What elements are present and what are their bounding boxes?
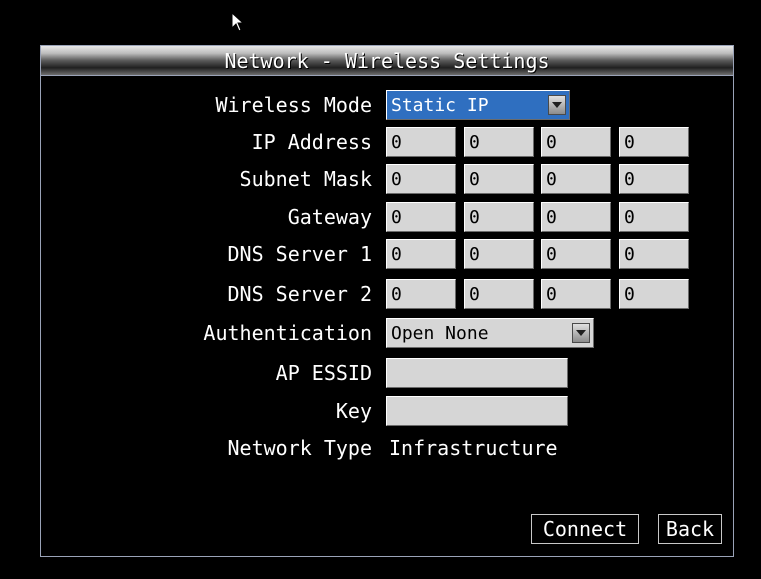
- row-key: Key: [41, 396, 733, 426]
- dialog-title-bar: Network - Wireless Settings: [41, 46, 733, 76]
- wireless-mode-dropdown[interactable]: Static IP: [386, 90, 570, 120]
- ip-address-octet-2[interactable]: 0: [464, 127, 534, 157]
- ap-essid-label: AP ESSID: [275, 361, 372, 385]
- row-gateway: Gateway 0 0 0 0: [41, 202, 733, 232]
- gateway-octet-2[interactable]: 0: [464, 202, 534, 232]
- gateway-octet-4[interactable]: 0: [619, 202, 689, 232]
- wireless-settings-dialog: Network - Wireless Settings Wireless Mod…: [40, 45, 734, 557]
- subnet-mask-octet-3[interactable]: 0: [541, 164, 611, 194]
- dns-server-2-label: DNS Server 2: [227, 282, 373, 306]
- dns-server-1-label: DNS Server 1: [227, 242, 373, 266]
- authentication-value: Open None: [391, 323, 489, 344]
- connect-button[interactable]: Connect: [531, 514, 639, 544]
- back-button[interactable]: Back: [658, 514, 722, 544]
- row-dns-server-1: DNS Server 1 0 0 0 0: [41, 239, 733, 269]
- network-type-value: Infrastructure: [389, 436, 558, 460]
- dns-server-2-octet-2[interactable]: 0: [464, 279, 534, 309]
- dns-server-1-octet-2[interactable]: 0: [464, 239, 534, 269]
- subnet-mask-octet-1[interactable]: 0: [386, 164, 456, 194]
- row-authentication: Authentication Open None: [41, 318, 733, 348]
- dns-server-1-octet-4[interactable]: 0: [619, 239, 689, 269]
- chevron-down-icon[interactable]: [572, 323, 590, 343]
- row-subnet-mask: Subnet Mask 0 0 0 0: [41, 164, 733, 194]
- network-type-label: Network Type: [227, 436, 373, 460]
- chevron-down-icon[interactable]: [548, 95, 566, 115]
- gateway-label: Gateway: [287, 205, 372, 229]
- dns-server-2-octet-3[interactable]: 0: [541, 279, 611, 309]
- row-ap-essid: AP ESSID: [41, 358, 733, 388]
- wireless-mode-label: Wireless Mode: [215, 93, 372, 117]
- dns-server-2-octet-1[interactable]: 0: [386, 279, 456, 309]
- key-input[interactable]: [386, 396, 568, 426]
- dns-server-2-octet-4[interactable]: 0: [619, 279, 689, 309]
- wireless-mode-value: Static IP: [391, 95, 489, 116]
- dns-server-1-octet-1[interactable]: 0: [386, 239, 456, 269]
- row-dns-server-2: DNS Server 2 0 0 0 0: [41, 279, 733, 309]
- ip-address-octet-1[interactable]: 0: [386, 127, 456, 157]
- ip-address-octet-3[interactable]: 0: [541, 127, 611, 157]
- authentication-dropdown[interactable]: Open None: [386, 318, 594, 348]
- ip-address-label: IP Address: [251, 130, 372, 154]
- subnet-mask-octet-4[interactable]: 0: [619, 164, 689, 194]
- row-ip-address: IP Address 0 0 0 0: [41, 127, 733, 157]
- authentication-label: Authentication: [203, 321, 372, 345]
- mouse-pointer-icon: [231, 12, 245, 32]
- dns-server-1-octet-3[interactable]: 0: [541, 239, 611, 269]
- gateway-octet-3[interactable]: 0: [541, 202, 611, 232]
- row-wireless-mode: Wireless Mode Static IP: [41, 90, 733, 120]
- subnet-mask-label: Subnet Mask: [239, 167, 372, 191]
- subnet-mask-octet-2[interactable]: 0: [464, 164, 534, 194]
- gateway-octet-1[interactable]: 0: [386, 202, 456, 232]
- ap-essid-input[interactable]: [386, 358, 568, 388]
- ip-address-octet-4[interactable]: 0: [619, 127, 689, 157]
- row-network-type: Network Type Infrastructure: [41, 433, 733, 463]
- dialog-title: Network - Wireless Settings: [224, 49, 550, 73]
- key-label: Key: [335, 399, 372, 423]
